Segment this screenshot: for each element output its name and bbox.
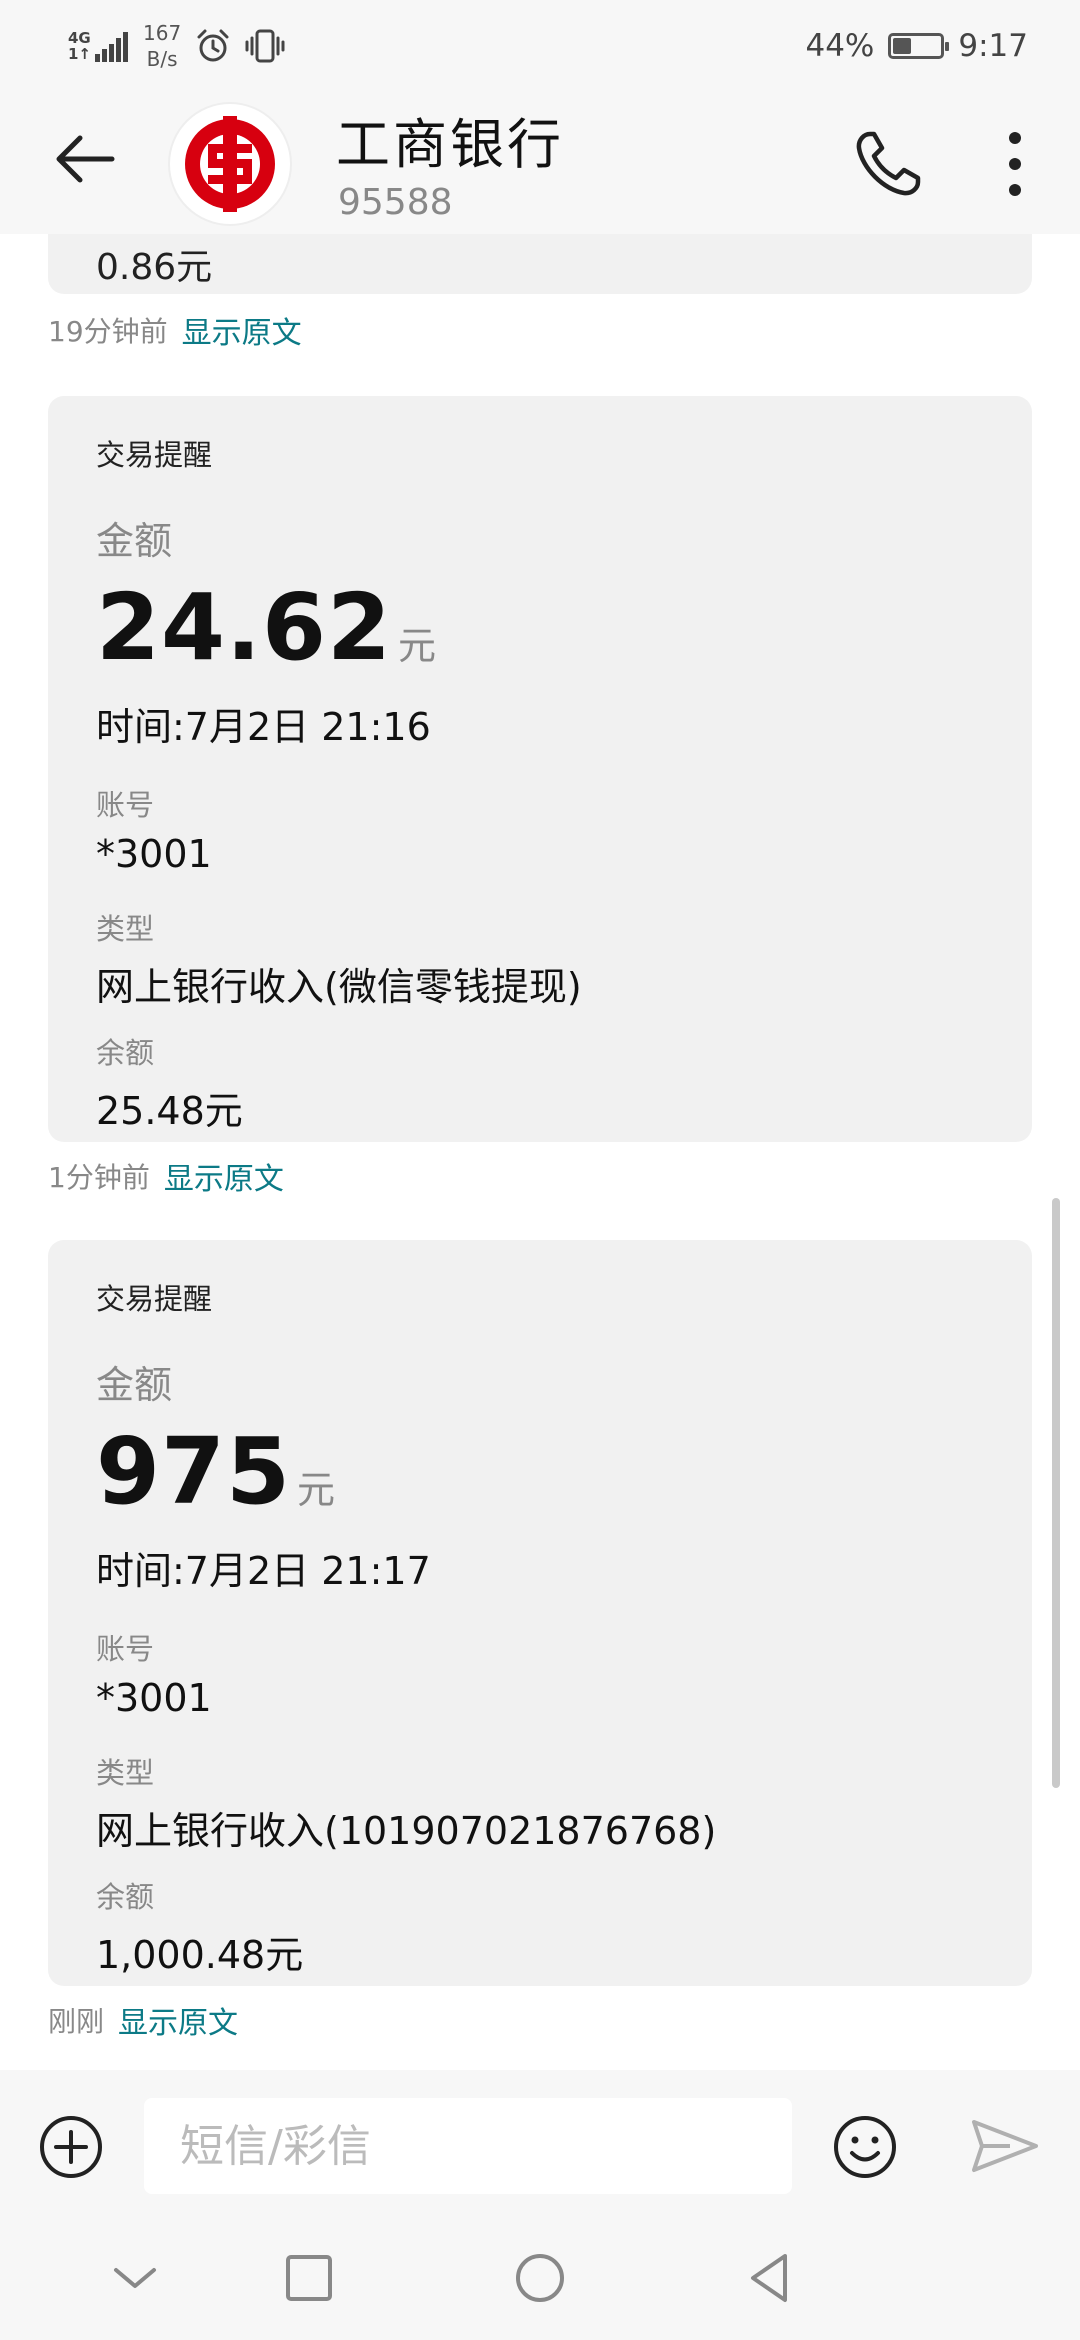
contact-number: 95588	[338, 182, 453, 223]
emoji-icon[interactable]	[832, 2114, 898, 2180]
system-nav-bar	[0, 2220, 1080, 2340]
battery-percent: 44%	[805, 28, 875, 64]
add-attachment-icon[interactable]	[38, 2114, 104, 2180]
show-original-link[interactable]: 显示原文	[118, 1998, 238, 2042]
transaction-time: 时间:7月2日 21:16	[96, 705, 431, 749]
message-title: 交易提醒	[96, 438, 213, 472]
message-title: 交易提醒	[96, 1282, 213, 1316]
message-meta: 刚刚 显示原文	[48, 1998, 238, 2042]
battery-icon	[888, 33, 950, 59]
show-original-link[interactable]: 显示原文	[164, 1154, 284, 1198]
network-indicator: 4G 1↑	[68, 30, 129, 62]
amount-label: 金额	[96, 519, 173, 563]
vibrate-icon	[245, 29, 285, 63]
home-icon[interactable]	[505, 2244, 575, 2314]
balance-label: 余额	[96, 1880, 155, 1914]
amount: 975 元	[96, 1418, 335, 1525]
account-value: *3001	[96, 1676, 212, 1720]
type-value: 网上银行收入(微信零钱提现)	[96, 965, 582, 1009]
alarm-icon	[197, 29, 229, 62]
amount-unit: 元	[398, 624, 437, 668]
message-time-ago: 19分钟前	[48, 315, 168, 348]
message-time-ago: 1分钟前	[48, 1161, 150, 1194]
more-options-icon[interactable]	[990, 124, 1040, 204]
balance-value: 25.48元	[96, 1089, 243, 1133]
recent-apps-icon[interactable]	[274, 2244, 344, 2314]
message-meta: 19分钟前 显示原文	[48, 308, 302, 352]
network-direction: 1↑	[68, 45, 92, 63]
account-label: 账号	[96, 1632, 155, 1666]
signal-icon	[95, 32, 129, 62]
conversation-header: 工商银行 95588	[0, 90, 1080, 234]
amount-label: 金额	[96, 1363, 173, 1407]
message-time-ago: 刚刚	[48, 2005, 105, 2038]
message-partial-text: 0.86元	[96, 247, 213, 288]
amount-value: 24.62	[96, 574, 393, 681]
account-label: 账号	[96, 788, 155, 822]
speed-unit: B/s	[146, 47, 178, 71]
network-type: 4G	[68, 29, 91, 47]
message-input[interactable]	[144, 2098, 792, 2194]
amount-unit: 元	[297, 1468, 336, 1512]
type-label: 类型	[96, 912, 155, 946]
message-bubble[interactable]: 交易提醒 金额 975 元 时间:7月2日 21:17 账号 *3001 类型 …	[48, 1240, 1032, 1986]
type-value: 网上银行收入(101907021876768)	[96, 1809, 717, 1853]
show-original-link[interactable]: 显示原文	[182, 308, 302, 352]
message-bubble[interactable]: 0.86元	[48, 234, 1032, 294]
type-label: 类型	[96, 1756, 155, 1790]
speed-value: 167	[143, 21, 182, 45]
battery-fill	[893, 38, 912, 54]
status-right: 44% 9:17	[805, 24, 1028, 68]
back-arrow-icon[interactable]	[50, 124, 120, 194]
contact-name: 工商银行	[336, 113, 564, 176]
icbc-logo-avatar[interactable]	[170, 104, 290, 224]
balance-value: 1,000.48元	[96, 1933, 304, 1977]
phone-icon[interactable]	[850, 126, 926, 202]
message-list[interactable]: 0.86元 19分钟前 显示原文 交易提醒 金额 24.62 元 时间:7月2日…	[0, 234, 1080, 2070]
send-icon[interactable]	[970, 2116, 1040, 2176]
amount-value: 975	[96, 1418, 292, 1525]
message-bubble[interactable]: 交易提醒 金额 24.62 元 时间:7月2日 21:16 账号 *3001 类…	[48, 396, 1032, 1142]
amount: 24.62 元	[96, 574, 436, 681]
account-value: *3001	[96, 832, 212, 876]
message-meta: 1分钟前 显示原文	[48, 1154, 284, 1198]
back-triangle-icon[interactable]	[735, 2244, 805, 2314]
status-bar: 4G 1↑ 167 B/s 44% 9:17	[0, 0, 1080, 90]
network-speed: 167 B/s	[143, 20, 181, 72]
scrollbar[interactable]	[1052, 1198, 1060, 1788]
chevron-down-icon[interactable]	[100, 2244, 170, 2314]
message-composer	[0, 2070, 1080, 2220]
clock: 9:17	[958, 28, 1028, 64]
balance-label: 余额	[96, 1036, 155, 1070]
status-left: 4G 1↑ 167 B/s	[68, 18, 285, 74]
transaction-time: 时间:7月2日 21:17	[96, 1549, 431, 1593]
